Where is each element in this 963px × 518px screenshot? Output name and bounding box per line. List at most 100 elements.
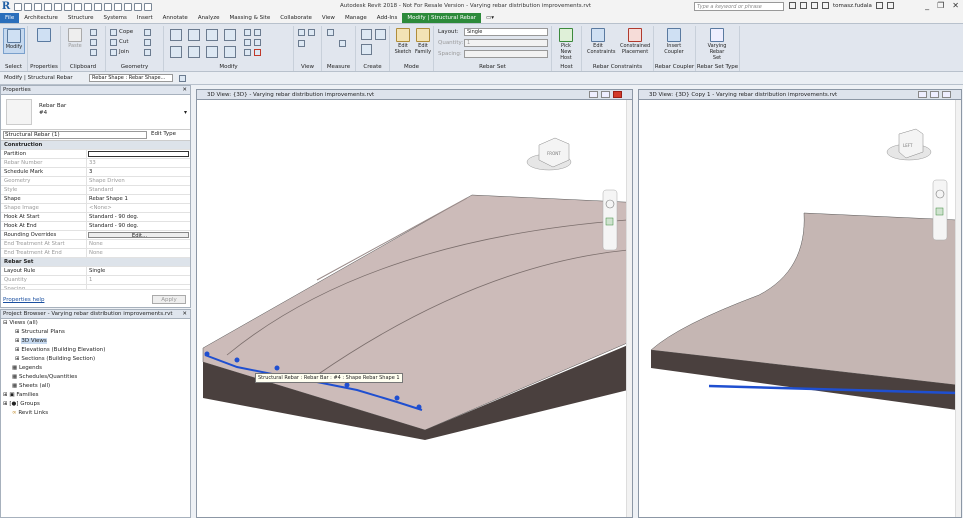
- viewcube-right[interactable]: LEFT: [886, 128, 932, 161]
- model-canvas-left[interactable]: FRONT: [197, 100, 628, 518]
- align-icon[interactable]: [170, 29, 182, 41]
- tree-item-families[interactable]: ⊞ ▣ Families: [3, 391, 190, 400]
- copy-icon[interactable]: [90, 39, 97, 46]
- sync-icon[interactable]: [34, 2, 42, 11]
- tree-item-3d-views[interactable]: ⊞ 3D Views: [3, 337, 190, 346]
- zoom-icon[interactable]: [605, 217, 614, 226]
- tree-item-views[interactable]: ⊟ Views (all): [3, 319, 190, 328]
- close-icon[interactable]: ✕: [952, 1, 959, 10]
- view-3d-left[interactable]: 3D View: {3D} - Varying rebar distributi…: [196, 89, 633, 518]
- save-icon[interactable]: [24, 2, 32, 11]
- edit-type-button[interactable]: Edit Type: [151, 131, 176, 137]
- measure-icon[interactable]: [74, 2, 82, 11]
- cut-icon[interactable]: [90, 29, 97, 36]
- property-row[interactable]: Partition: [1, 150, 190, 159]
- tab-systems[interactable]: Systems: [98, 13, 131, 23]
- cope-icon[interactable]: [110, 29, 117, 36]
- switch-windows-icon[interactable]: [144, 2, 152, 11]
- rebar-grip[interactable]: [394, 395, 400, 401]
- tab-massing-site[interactable]: Massing & Site: [225, 13, 276, 23]
- trim-icon[interactable]: [224, 46, 236, 58]
- instance-filter-select[interactable]: Structural Rebar (1): [3, 131, 147, 139]
- tree-item-revit-links[interactable]: ∞ Revit Links: [3, 409, 190, 418]
- tab-manage[interactable]: Manage: [340, 13, 372, 23]
- tab-file[interactable]: File: [0, 13, 20, 23]
- zoom-icon[interactable]: [935, 207, 944, 216]
- property-row[interactable]: Spacing: [1, 285, 190, 290]
- hide-icon[interactable]: [298, 29, 305, 36]
- tab-structure[interactable]: Structure: [63, 13, 99, 23]
- mirror-axis-icon[interactable]: [206, 29, 218, 41]
- search-input[interactable]: Type a keyword or phrase: [694, 2, 784, 11]
- viewcube-face-label[interactable]: FRONT: [547, 151, 561, 156]
- property-row[interactable]: Style Standard: [1, 186, 190, 195]
- undo-icon[interactable]: [44, 2, 52, 11]
- cut-geometry-icon[interactable]: [110, 39, 117, 46]
- linework-icon[interactable]: [298, 40, 305, 47]
- split-face-icon[interactable]: [144, 29, 151, 36]
- property-row[interactable]: Hook At Start Standard - 90 deg.: [1, 213, 190, 222]
- type-selector[interactable]: Rebar Bar #4 ▾: [1, 95, 190, 130]
- close-browser-icon[interactable]: ✕: [182, 310, 187, 319]
- rotate-icon[interactable]: [206, 46, 218, 58]
- username[interactable]: tomasz.fudala: [833, 3, 872, 9]
- property-row[interactable]: Quantity 1: [1, 276, 190, 285]
- tab-insert[interactable]: Insert: [132, 13, 158, 23]
- scrollbar-left[interactable]: [626, 100, 632, 517]
- cart-icon[interactable]: [875, 2, 883, 9]
- tree-item-elevations[interactable]: ⊞ Elevations (Building Elevation): [3, 346, 190, 355]
- aligned-dimension-icon[interactable]: [339, 40, 346, 47]
- view-3d-right[interactable]: 3D View: {3D} Copy 1 - Varying rebar dis…: [638, 89, 962, 518]
- paint-icon[interactable]: [144, 39, 151, 46]
- viewcube-left[interactable]: FRONT: [526, 137, 572, 171]
- paste-button[interactable]: Paste: [64, 28, 86, 49]
- property-row[interactable]: Shape Image <None>: [1, 204, 190, 213]
- pin-icon[interactable]: [244, 49, 251, 56]
- revit-logo-icon[interactable]: R: [0, 1, 12, 12]
- edit-constraints-button[interactable]: Edit Constraints: [587, 28, 616, 55]
- create-group-icon[interactable]: [361, 44, 372, 55]
- expand-icon[interactable]: ⊞: [3, 401, 8, 407]
- section-icon[interactable]: [114, 2, 122, 11]
- view-tab-right[interactable]: 3D View: {3D} Copy 1 - Varying rebar dis…: [639, 90, 961, 100]
- user-icon[interactable]: [822, 2, 829, 9]
- tab-annotate[interactable]: Annotate: [158, 13, 193, 23]
- close-hidden-icon[interactable]: [134, 2, 142, 11]
- tab-architecture[interactable]: Architecture: [19, 13, 63, 23]
- rebar-grip[interactable]: [274, 365, 280, 371]
- property-row[interactable]: End Treatment At End None: [1, 249, 190, 258]
- create-assembly-icon[interactable]: [361, 29, 372, 40]
- insert-coupler-button[interactable]: Insert Coupler: [663, 28, 685, 55]
- tab-view[interactable]: View: [317, 13, 340, 23]
- help-icon[interactable]: [886, 2, 894, 9]
- property-row[interactable]: Rebar Number 33: [1, 159, 190, 168]
- quantity-input[interactable]: 1: [464, 39, 548, 47]
- varying-rebar-set-button[interactable]: Varying Rebar Set: [706, 28, 728, 61]
- options-icon[interactable]: [179, 75, 186, 82]
- rebar-grip[interactable]: [344, 382, 350, 388]
- property-row[interactable]: Hook At End Standard - 90 deg.: [1, 222, 190, 231]
- expand-icon[interactable]: ⊞: [15, 356, 20, 362]
- unpin-icon[interactable]: [254, 29, 261, 36]
- move-icon[interactable]: [170, 46, 182, 58]
- layout-select[interactable]: Single: [464, 28, 548, 36]
- property-row[interactable]: Geometry Shape Driven: [1, 177, 190, 186]
- close-view-icon[interactable]: [613, 91, 622, 98]
- expand-icon[interactable]: ⊞: [15, 329, 20, 335]
- viewcube-face-label[interactable]: LEFT: [903, 143, 913, 148]
- wall-joins-icon[interactable]: [144, 49, 151, 56]
- close-properties-icon[interactable]: ✕: [182, 86, 187, 95]
- print-icon[interactable]: [64, 2, 72, 11]
- view-tab-left[interactable]: 3D View: {3D} - Varying rebar distributi…: [197, 90, 632, 100]
- modify-button[interactable]: Modify: [3, 28, 25, 54]
- copy-element-icon[interactable]: [188, 46, 200, 58]
- tab-analyze[interactable]: Analyze: [193, 13, 225, 23]
- constrained-placement-button[interactable]: Constrained Placement: [620, 28, 650, 55]
- scrollbar-right[interactable]: [955, 100, 961, 517]
- property-row[interactable]: Schedule Mark 3: [1, 168, 190, 177]
- mirror-line-icon[interactable]: [224, 29, 236, 41]
- property-row[interactable]: End Treatment At Start None: [1, 240, 190, 249]
- array-icon[interactable]: [244, 39, 251, 46]
- rebar-shape-select[interactable]: Rebar Shape : Rebar Shape...: [89, 74, 173, 82]
- restore-icon[interactable]: ❐: [937, 1, 944, 10]
